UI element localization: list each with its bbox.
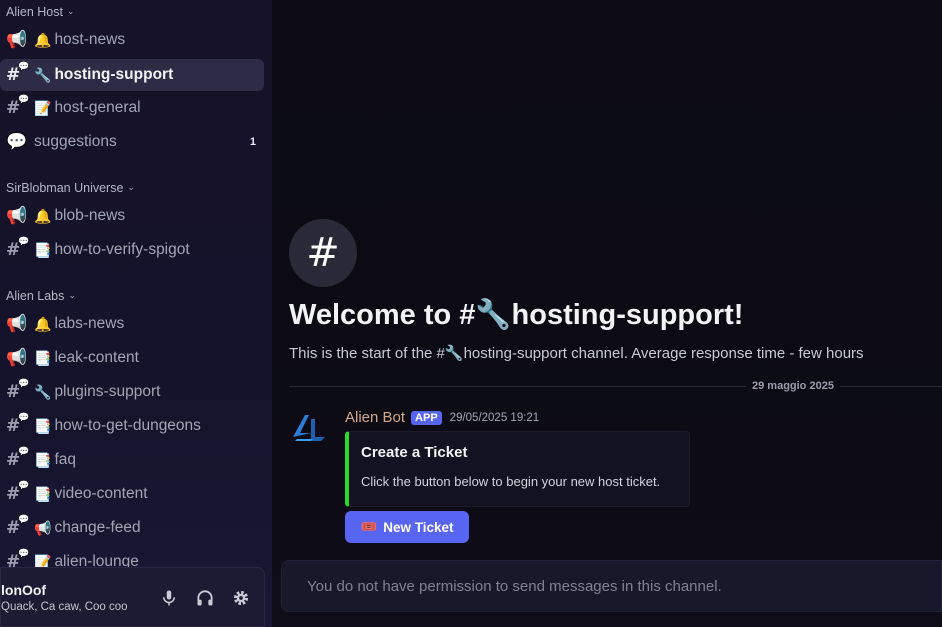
channel-emoji: 🔧 [34,66,52,83]
welcome-title: Welcome to #🔧hosting-support! [289,299,744,331]
announcement-icon: 📢 [6,348,28,367]
channel-label: host-general [54,99,141,116]
category-label: Alien Host [6,5,63,19]
channel-emoji: 📑 [34,349,52,366]
channel-hosting-support[interactable]: # 💬 🔧 hosting-support [0,59,264,91]
channel-label: leak-content [54,349,139,366]
channel-how-to-verify-spigot[interactable]: # 💬 📑 how-to-verify-spigot [0,234,264,266]
message-composer[interactable]: You do not have permission to send messa… [281,560,942,612]
date-divider-label: 29 maggio 2025 [746,380,840,392]
announcement-icon: 📢 [6,314,28,333]
channel-change-feed[interactable]: # 💬 📢 change-feed [0,512,264,544]
username[interactable]: lonOof [1,582,46,598]
embed-title: Create a Ticket [361,444,468,461]
gear-icon[interactable] [229,586,253,610]
channel-emoji: 📑 [34,417,52,434]
composer-placeholder: You do not have permission to send messa… [307,578,722,595]
app-badge: APP [411,410,442,425]
channel-video-content[interactable]: # 💬 📑 video-content [0,478,264,510]
category-sirblobman-universe[interactable]: SirBlobman Universe ⌄ [6,180,135,196]
chevron-down-icon: ⌄ [127,181,135,192]
ticket-icon: 🎟️ [360,519,378,534]
channel-label: labs-news [54,315,125,332]
announcement-icon: 📢 [6,30,28,49]
category-label: Alien Labs [6,289,65,303]
channel-suggestions[interactable]: 💬 suggestions 1 [0,126,264,158]
message-timestamp: 29/05/2025 19:21 [449,411,540,424]
message-header: Alien Bot APP 29/05/2025 19:21 [345,409,539,426]
new-ticket-label: New Ticket [383,519,454,535]
user-status: Quack, Ca caw, Coo coo [1,601,128,613]
hash-icon: # 💬 [6,514,30,538]
hash-icon: # 💬 [6,480,30,504]
chevron-down-icon: ⌄ [66,5,75,16]
channel-label: faq [54,451,76,468]
ticket-embed: Create a Ticket Click the button below t… [345,431,690,507]
announcement-icon: 📢 [6,206,28,225]
hash-icon: # 💬 [6,61,30,85]
author-name[interactable]: Alien Bot [345,409,405,426]
bot-avatar[interactable] [291,411,327,443]
channel-emoji: 🔔 [34,315,52,332]
hash-icon: # 💬 [6,236,30,260]
channel-faq[interactable]: # 💬 📑 faq [0,444,264,476]
channel-sidebar: Alien Host ⌄ 📢 🔔 host-news # 💬 🔧 hosting-… [0,0,272,627]
hash-icon: # 💬 [6,94,30,118]
channel-label: suggestions [34,133,117,150]
channel-label: how-to-get-dungeons [54,417,201,434]
category-alien-host[interactable]: Alien Host ⌄ [6,4,75,20]
channel-label: video-content [54,485,148,502]
channel-emoji: 📢 [34,519,52,536]
channel-how-to-get-dungeons[interactable]: # 💬 📑 how-to-get-dungeons [0,410,264,442]
channel-emoji: 📑 [34,485,52,502]
microphone-icon[interactable] [157,586,181,610]
hash-icon: # 💬 [6,446,30,470]
chat-area: # Welcome to #🔧hosting-support! This is … [272,0,942,627]
hash-icon: # 💬 [6,412,30,436]
unread-badge: 1 [249,136,256,148]
channel-plugins-support[interactable]: # 💬 🔧 plugins-support [0,376,264,408]
channel-emoji: 📑 [34,451,52,468]
welcome-subtitle: This is the start of the #🔧hosting-suppo… [289,345,864,362]
headphones-icon[interactable] [193,586,217,610]
user-panel: lonOof Quack, Ca caw, Coo coo [0,567,265,627]
embed-description: Click the button below to begin your new… [361,474,661,489]
channel-host-news[interactable]: 📢 🔔 host-news [0,24,264,56]
channel-leak-content[interactable]: 📢 📑 leak-content [0,342,264,374]
new-ticket-button[interactable]: 🎟️ New Ticket [345,511,469,543]
category-alien-labs[interactable]: Alien Labs ⌄ [6,288,76,304]
channel-labs-news[interactable]: 📢 🔔 labs-news [0,308,264,340]
category-label: SirBlobman Universe [6,181,124,195]
channel-label: plugins-support [54,383,161,400]
channel-emoji: 🔔 [34,31,52,48]
channel-emoji: 📑 [34,241,52,258]
channel-host-general[interactable]: # 💬 📝 host-general [0,92,264,124]
channel-label: blob-news [54,207,126,224]
date-divider [289,386,942,387]
channel-emoji: 📝 [34,99,52,116]
channel-hash-icon: # [289,219,357,287]
channel-emoji: 🔧 [34,383,52,400]
channel-label: change-feed [54,519,141,536]
channel-label: hosting-support [54,66,174,83]
forum-icon: 💬 [6,132,28,151]
hash-icon: # 💬 [6,378,30,402]
channel-emoji: 🔔 [34,207,52,224]
chevron-down-icon: ⌄ [68,289,76,300]
channel-label: host-news [54,31,126,48]
channel-blob-news[interactable]: 📢 🔔 blob-news [0,200,264,232]
channel-label: how-to-verify-spigot [54,241,190,258]
